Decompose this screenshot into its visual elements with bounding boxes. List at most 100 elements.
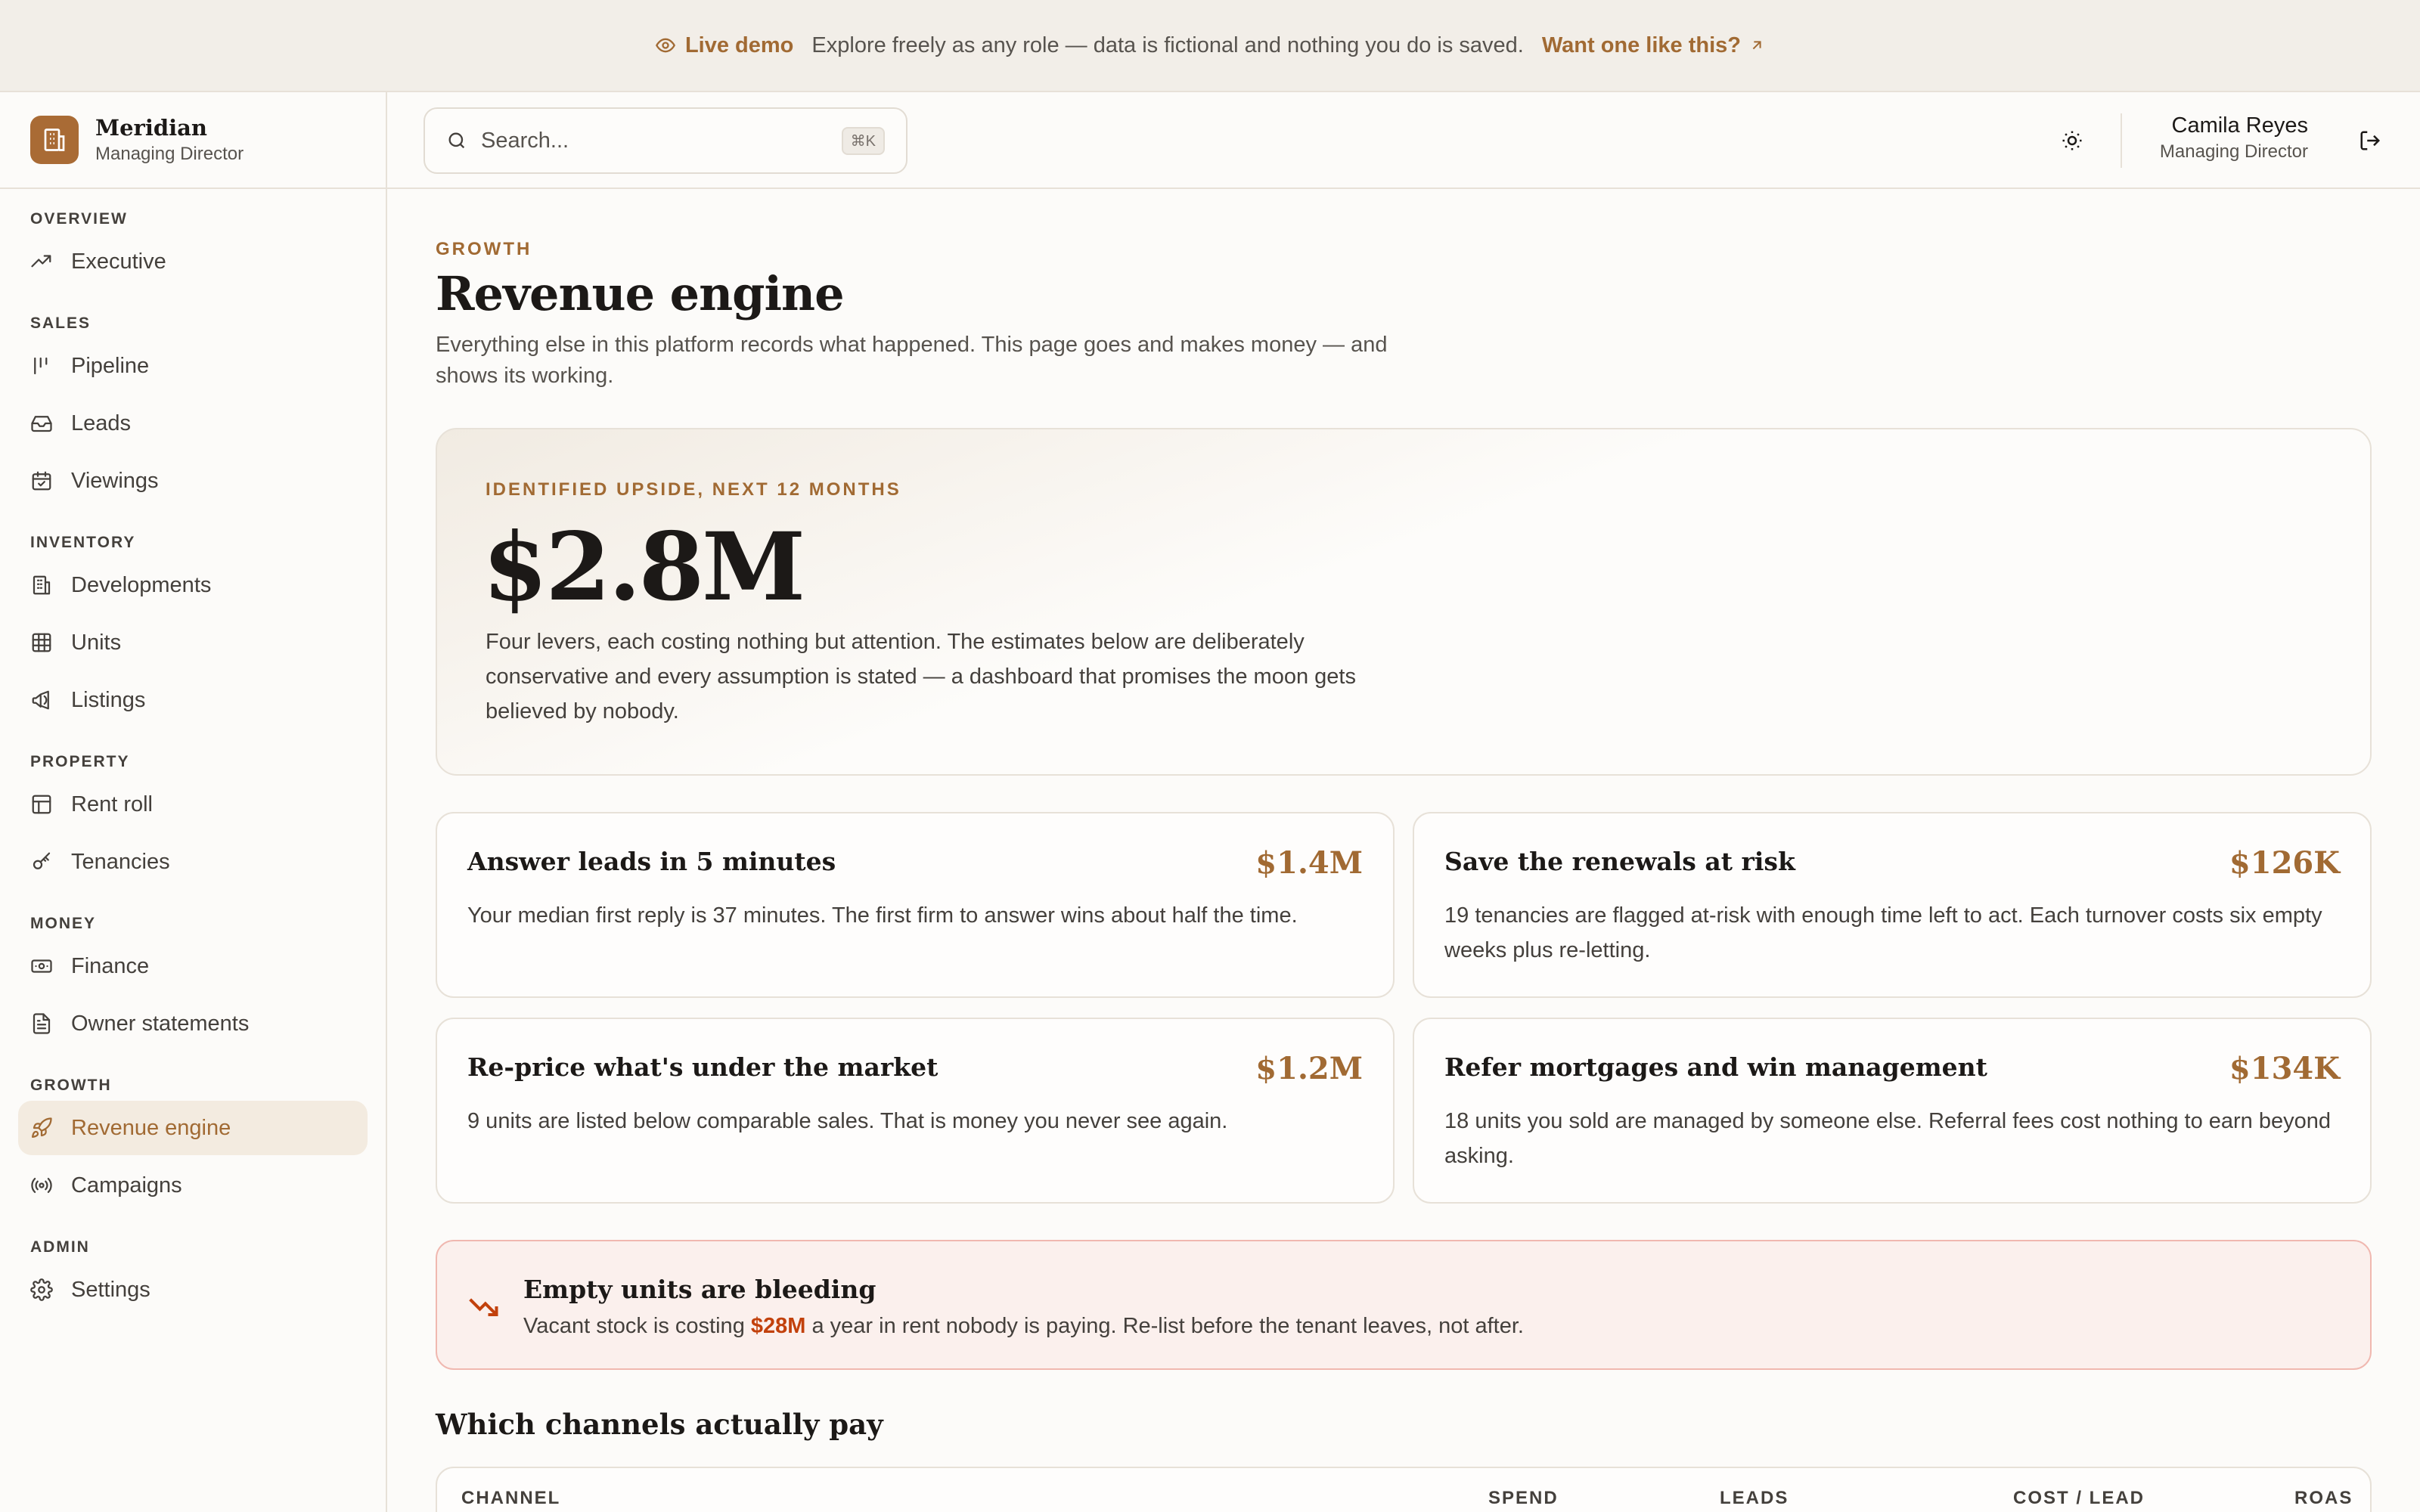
kanban-icon [34,357,48,375]
sidebar-item-revenue-engine[interactable]: Revenue engine [18,1101,368,1155]
eye-icon [655,38,675,53]
hero-eyebrow: IDENTIFIED UPSIDE, NEXT 12 MONTHS [486,479,901,500]
sidebar-item-label: Leads [71,411,132,435]
topbar: Search... ⌘K Camila Reyes Managing Direc… [387,92,2420,189]
lever-title: Answer leads in 5 minutes [467,847,836,876]
search-icon [448,132,465,149]
sidebar-item-finance[interactable]: Finance [18,939,368,993]
alert-text-after: a year in rent nobody is paying. Re-list… [805,1314,1524,1338]
sun-icon [2062,131,2082,150]
lever-value: $134K [2229,1051,2340,1086]
brand[interactable]: Meridian Managing Director [0,92,386,189]
lever-description: 18 units you sold are managed by someone… [1444,1109,2332,1168]
sidebar-item-label: Listings [71,687,146,712]
radio-icon [31,1178,52,1193]
sidebar-item-label: Campaigns [71,1173,182,1198]
sidebar-nav: OVERVIEW Executive SALES Pipeline Leads Viewi… [0,189,386,1317]
lever-title: Save the renewals at risk [1444,847,1795,876]
sidebar-item-campaigns[interactable]: Campaigns [18,1158,368,1213]
lever-card[interactable]: Answer leads in 5 minutes $1.4M Your med… [436,812,1395,998]
column-header[interactable]: LEADS [1720,1488,1789,1509]
live-demo-text: Live demo [684,33,794,57]
nav-section-property: PROPERTY [30,753,130,770]
nav-section-growth: GROWTH [30,1077,112,1094]
inbox-icon [31,416,52,432]
lever-card[interactable]: Refer mortgages and win management $134K… [1413,1018,2372,1204]
banner-message: Explore freely as any role — data is fic… [811,33,1524,57]
sidebar-item-tenancies[interactable]: Tenancies [18,835,368,889]
sidebar-item-developments[interactable]: Developments [18,558,368,612]
sidebar-item-label: Settings [71,1277,150,1302]
file-text-icon [33,1013,51,1034]
lever-title: Refer mortgages and win management [1444,1052,1987,1082]
sidebar-item-label: Pipeline [71,353,150,378]
logout-icon [2360,131,2381,150]
vacancy-alert: Empty units are bleeding Vacant stock is… [436,1240,2372,1370]
table-icon [32,795,51,814]
sidebar-item-executive[interactable]: Executive [18,234,368,289]
grid-icon [32,633,51,652]
lever-card[interactable]: Save the renewals at risk $126K 19 tenan… [1413,812,2372,998]
lever-description: 9 units are listed below comparable sale… [467,1109,1228,1133]
sidebar-item-pipeline[interactable]: Pipeline [18,339,368,393]
lever-value: $126K [2229,845,2340,881]
hero-description: Four levers, each costing nothing but at… [486,630,1356,723]
gear-icon [30,1278,53,1301]
alert-amount: $28M [750,1314,806,1338]
sidebar-item-label: Developments [71,572,212,597]
sidebar-item-viewings[interactable]: Viewings [18,454,368,508]
column-header[interactable]: SPEND [1488,1488,1559,1509]
user-role: Managing Director [2159,141,2308,162]
sidebar-item-label: Executive [71,249,166,274]
search-placeholder: Search... [481,128,569,153]
live-demo-label: Live demo [655,33,793,58]
alert-description: Vacant stock is costing $28M a year in r… [523,1314,1524,1339]
trending-up-icon [31,255,51,268]
sidebar-item-label: Owner statements [71,1011,250,1036]
nav-section-money: MONEY [30,915,97,932]
sidebar-item-units[interactable]: Units [18,615,368,670]
megaphone-icon [32,690,49,710]
trending-down-icon [469,1298,498,1317]
want-one-link[interactable]: Want one like this? [1542,33,1765,58]
topbar-divider [2121,113,2122,168]
building-icon [33,575,51,595]
sidebar-item-label: Units [71,630,122,655]
arrow-up-right-icon [1752,41,1761,50]
calendar-check-icon [32,471,51,491]
logout-button[interactable] [2349,119,2391,162]
lever-value: $1.2M [1255,1051,1363,1086]
sidebar-item-label: Rent roll [71,792,153,816]
column-header[interactable]: COST / LEAD [2013,1488,2145,1509]
page-description: Everything else in this platform records… [436,333,1388,388]
lever-description: Your median first reply is 37 minutes. T… [467,903,1298,928]
nav-section-inventory: INVENTORY [30,534,136,551]
sidebar-item-label: Revenue engine [71,1115,231,1140]
search-input[interactable]: Search... ⌘K [424,107,908,174]
column-header[interactable]: ROAS [2294,1488,2353,1509]
lever-title: Re-price what's under the market [467,1052,939,1082]
nav-section-admin: ADMIN [30,1238,90,1256]
sidebar-item-leads[interactable]: Leads [18,396,368,451]
sidebar-item-owner-statements[interactable]: Owner statements [18,996,368,1051]
alert-title: Empty units are bleeding [523,1275,876,1304]
sidebar-item-listings[interactable]: Listings [18,673,368,727]
user-name: Camila Reyes [2171,113,2309,138]
sidebar-item-label: Finance [71,953,150,978]
lever-card[interactable]: Re-price what's under the market $1.2M 9… [436,1018,1395,1204]
nav-section-sales: SALES [30,314,92,332]
sidebar-item-rent-roll[interactable]: Rent roll [18,777,368,832]
column-header[interactable]: CHANNEL [461,1488,560,1509]
user-menu[interactable]: Camila Reyes Managing Director [2127,113,2308,163]
upside-hero-card: IDENTIFIED UPSIDE, NEXT 12 MONTHS $2.8M … [436,428,2372,776]
building-logo-icon [30,116,79,164]
nav-section-overview: OVERVIEW [30,210,128,228]
alert-text-before: Vacant stock is costing [523,1314,751,1338]
page-title: Revenue engine [436,266,845,321]
demo-banner: Live demo Explore freely as any role — d… [0,0,2420,92]
channels-title: Which channels actually pay [436,1408,883,1441]
sidebar-item-settings[interactable]: Settings [18,1263,368,1317]
theme-toggle-button[interactable] [2051,119,2093,162]
lever-description: 19 tenancies are flagged at-risk with en… [1444,903,2322,962]
search-shortcut: ⌘K [841,126,885,155]
